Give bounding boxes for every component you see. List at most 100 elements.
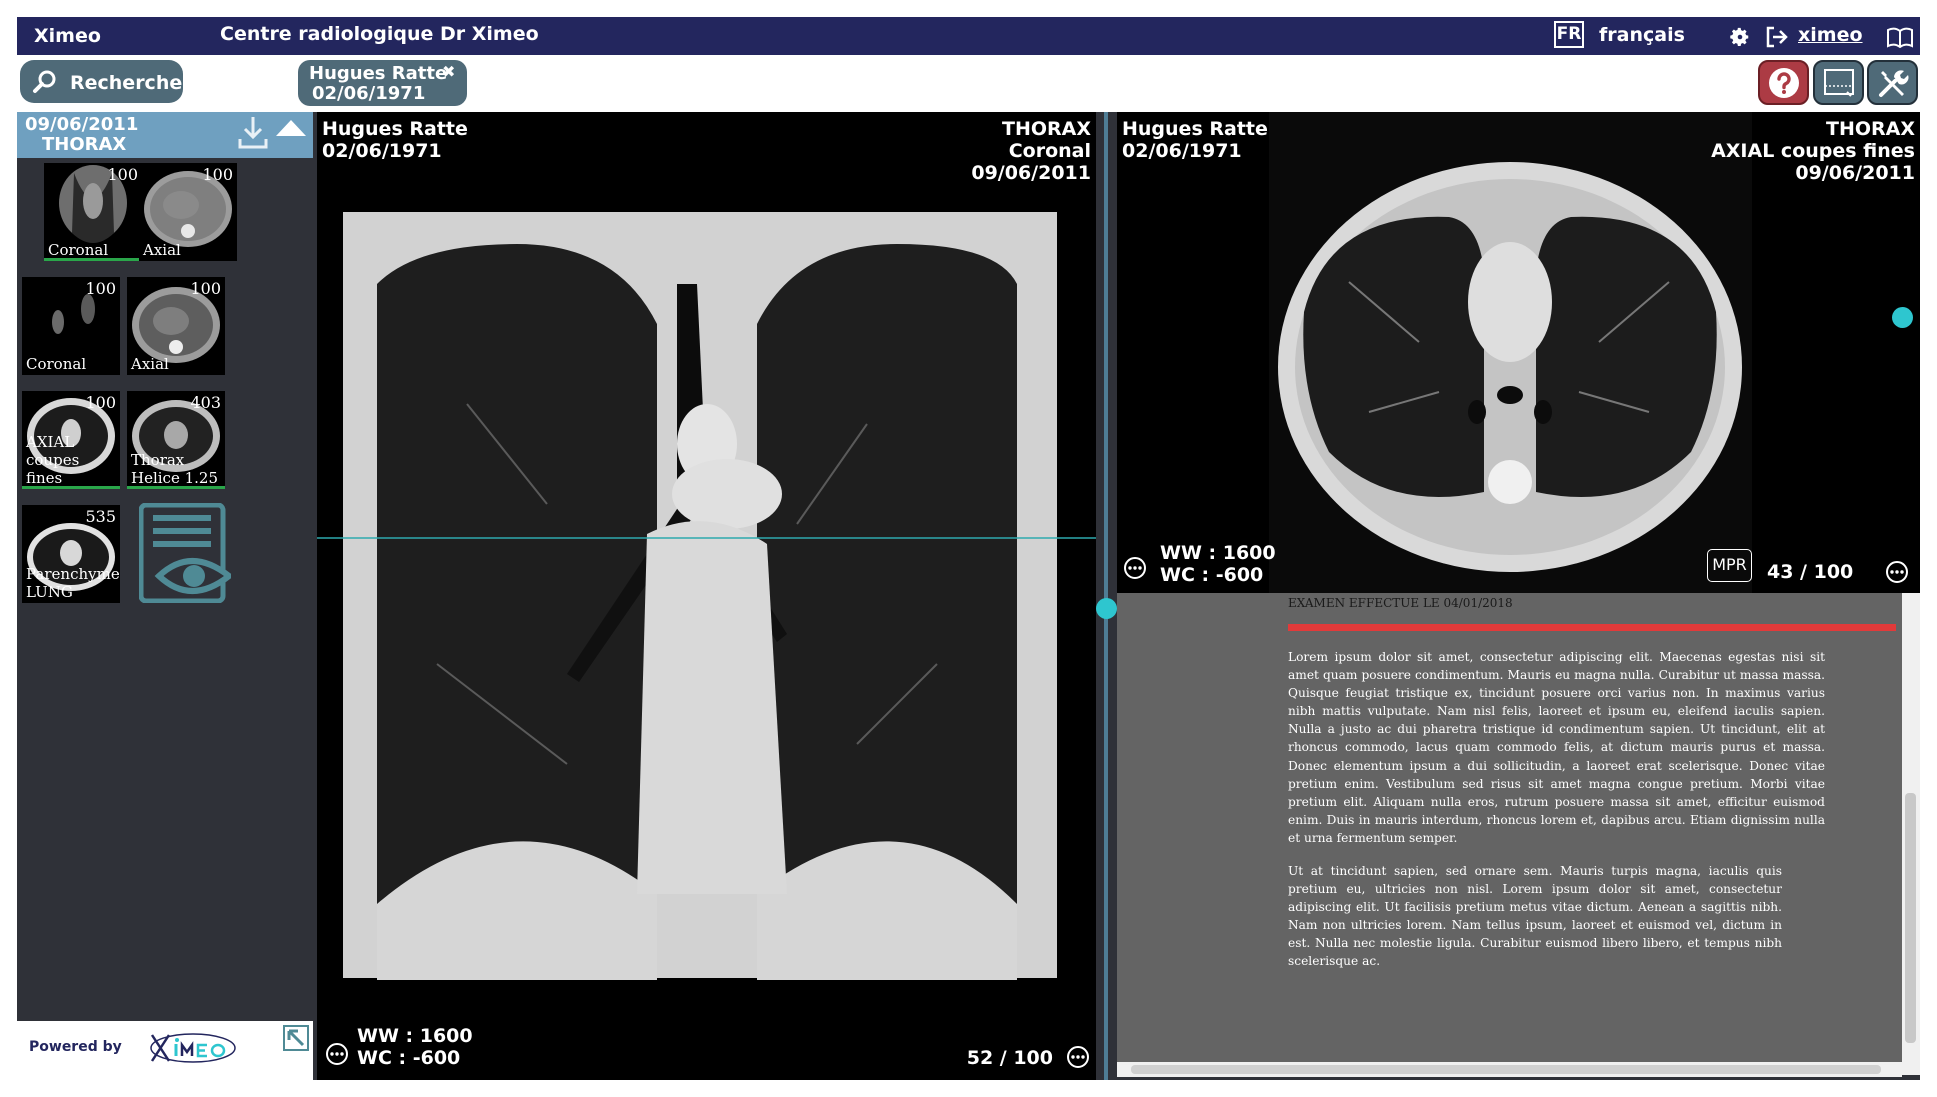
report-view-icon xyxy=(138,502,234,604)
vp1-ww: WW : 1600 xyxy=(357,1025,473,1047)
report-panel[interactable]: EXAMEN EFFECTUE LE 04/01/2018 Lorem ipsu… xyxy=(1117,593,1902,1075)
series-thumb-axial-1[interactable]: 100 Axial xyxy=(139,163,237,261)
toolbar: Recherche Hugues Ratte ✖ 02/06/1971 xyxy=(17,55,1920,112)
vp1-date: 09/06/2011 xyxy=(971,162,1091,184)
vp2-window-info: WW : 1600 WC : -600 xyxy=(1160,542,1276,586)
tools-icon xyxy=(1878,69,1908,97)
download-icon[interactable] xyxy=(238,115,268,154)
report-paragraph-2: Ut at tincidunt sapien, sed ornare sem. … xyxy=(1288,864,1782,969)
report-header: EXAMEN EFFECTUE LE 04/01/2018 xyxy=(1288,596,1513,610)
vp1-study-info: THORAX Coronal 09/06/2011 xyxy=(971,118,1091,184)
report-vertical-scrollbar[interactable] xyxy=(1902,593,1920,1075)
vp2-patient-name: Hugues Ratte xyxy=(1122,118,1268,140)
patient-tab-name: Hugues Ratte xyxy=(309,63,448,84)
vp1-frame-counter: 52 / 100 xyxy=(966,1047,1053,1069)
series-label: Axial xyxy=(131,355,169,373)
series-label: Coronal xyxy=(26,355,87,373)
language-selector[interactable]: français xyxy=(1599,24,1685,46)
tools-button[interactable] xyxy=(1867,60,1918,105)
help-button[interactable] xyxy=(1758,60,1809,105)
search-icon xyxy=(32,69,58,100)
vp2-ww: WW : 1600 xyxy=(1160,542,1276,564)
vp2-region: THORAX xyxy=(1826,118,1915,140)
patient-tab[interactable]: Hugues Ratte ✖ 02/06/1971 xyxy=(298,60,467,106)
vp2-patient-dob: 02/06/1971 xyxy=(1122,140,1242,162)
mpr-button[interactable]: MPR xyxy=(1707,549,1752,582)
center-name: Centre radiologique Dr Ximeo xyxy=(220,23,539,45)
splitter-handle[interactable] xyxy=(1096,598,1117,619)
sidebar-footer: Powered by xyxy=(17,1021,313,1080)
coronal-ct-image[interactable] xyxy=(317,204,1096,980)
viewport-splitter[interactable] xyxy=(1096,112,1117,1080)
report-divider xyxy=(1288,624,1896,631)
report-vertical-scroll-thumb[interactable] xyxy=(1905,793,1916,1043)
vp2-date: 09/06/2011 xyxy=(1795,162,1915,184)
powered-by-label: Powered by xyxy=(29,1039,122,1055)
series-count: 100 xyxy=(85,279,116,298)
manual-book-icon[interactable] xyxy=(1886,26,1914,52)
vp1-patient-name: Hugues Ratte xyxy=(322,118,468,140)
search-button-label: Recherche xyxy=(70,72,183,94)
series-label: Axial xyxy=(143,241,181,259)
vp2-study-info: THORAX AXIAL coupes fines 09/06/2011 xyxy=(1711,118,1915,184)
expand-corner-icon[interactable] xyxy=(283,1025,309,1055)
axial-ct-image[interactable] xyxy=(1269,112,1752,593)
vp2-more-icon[interactable] xyxy=(1885,560,1909,588)
series-count: 100 xyxy=(107,165,138,184)
report-paragraph-1: Lorem ipsum dolor sit amet, consectetur … xyxy=(1288,650,1825,845)
series-loaded-bar xyxy=(127,486,225,489)
ximeo-logo xyxy=(147,1027,247,1071)
vp1-patient-dob: 02/06/1971 xyxy=(322,140,442,162)
series-thumb-coronal-1[interactable]: 100 Coronal xyxy=(44,163,142,261)
collapse-up-icon[interactable] xyxy=(274,118,308,143)
series-thumb-helice[interactable]: 403 Thorax Helice 1.25 xyxy=(127,391,225,489)
vp2-frame-counter: 43 / 100 xyxy=(1767,561,1854,583)
gear-icon[interactable] xyxy=(1729,26,1751,52)
series-count: 535 xyxy=(85,507,116,526)
help-icon xyxy=(1768,67,1799,98)
vp2-series: AXIAL coupes fines xyxy=(1711,140,1915,162)
vp1-region: THORAX xyxy=(1002,118,1091,140)
series-label: Coronal xyxy=(48,241,109,259)
patient-tab-dob: 02/06/1971 xyxy=(312,83,426,104)
vp1-more-icon[interactable] xyxy=(1066,1045,1090,1073)
series-thumb-axial-fines[interactable]: 100 AXIAL coupes fines xyxy=(22,391,120,489)
series-thumb-parenchyme[interactable]: 535 Parenchyme LUNG xyxy=(22,505,120,603)
series-count: 100 xyxy=(202,165,233,184)
series-count: 403 xyxy=(190,393,221,412)
vp1-wc: WC : -600 xyxy=(357,1047,461,1069)
viewport-coronal[interactable]: Hugues Ratte 02/06/1971 THORAX Coronal 0… xyxy=(317,112,1096,1080)
viewport-axial[interactable]: Hugues Ratte 02/06/1971 THORAX AXIAL cou… xyxy=(1117,112,1920,593)
vp2-more-left-icon[interactable] xyxy=(1123,556,1147,584)
language-badge[interactable]: FR xyxy=(1554,21,1584,48)
report-horizontal-scroll-thumb[interactable] xyxy=(1131,1065,1881,1074)
layout-button[interactable] xyxy=(1813,60,1864,105)
study-modality: THORAX xyxy=(42,134,127,155)
study-header[interactable]: 09/06/2011 THORAX xyxy=(17,112,313,158)
user-link[interactable]: ximeo xyxy=(1798,24,1863,46)
splitter-line xyxy=(1104,112,1108,1080)
report-horizontal-scrollbar[interactable] xyxy=(1117,1062,1902,1077)
vp1-series: Coronal xyxy=(1008,140,1091,162)
logout-icon[interactable] xyxy=(1765,26,1789,52)
series-count: 100 xyxy=(190,279,221,298)
vp1-window-info: WW : 1600 WC : -600 xyxy=(357,1025,473,1069)
series-loaded-bar xyxy=(44,258,142,261)
series-count: 100 xyxy=(85,393,116,412)
vp2-scroll-handle[interactable] xyxy=(1892,307,1913,328)
series-label: Thorax Helice 1.25 xyxy=(131,451,218,487)
series-thumb-coronal-2[interactable]: 100 Coronal xyxy=(22,277,120,375)
brand-name: Ximeo xyxy=(34,25,101,47)
series-label: AXIAL coupes fines xyxy=(26,433,80,487)
vp1-more-left-icon[interactable] xyxy=(325,1042,349,1070)
series-label: Parenchyme LUNG xyxy=(26,565,120,601)
layout-grid-icon xyxy=(1823,68,1854,97)
report-thumbnail[interactable] xyxy=(138,502,234,604)
vp2-patient-info: Hugues Ratte 02/06/1971 xyxy=(1122,118,1268,162)
series-sidebar: 09/06/2011 THORAX 100 Coronal 100 Axial xyxy=(17,112,313,1021)
vp2-wc: WC : -600 xyxy=(1160,564,1264,586)
search-button[interactable]: Recherche xyxy=(20,60,183,103)
vp1-patient-info: Hugues Ratte 02/06/1971 xyxy=(322,118,468,162)
close-icon[interactable]: ✖ xyxy=(442,62,455,82)
series-thumb-axial-2[interactable]: 100 Axial xyxy=(127,277,225,375)
